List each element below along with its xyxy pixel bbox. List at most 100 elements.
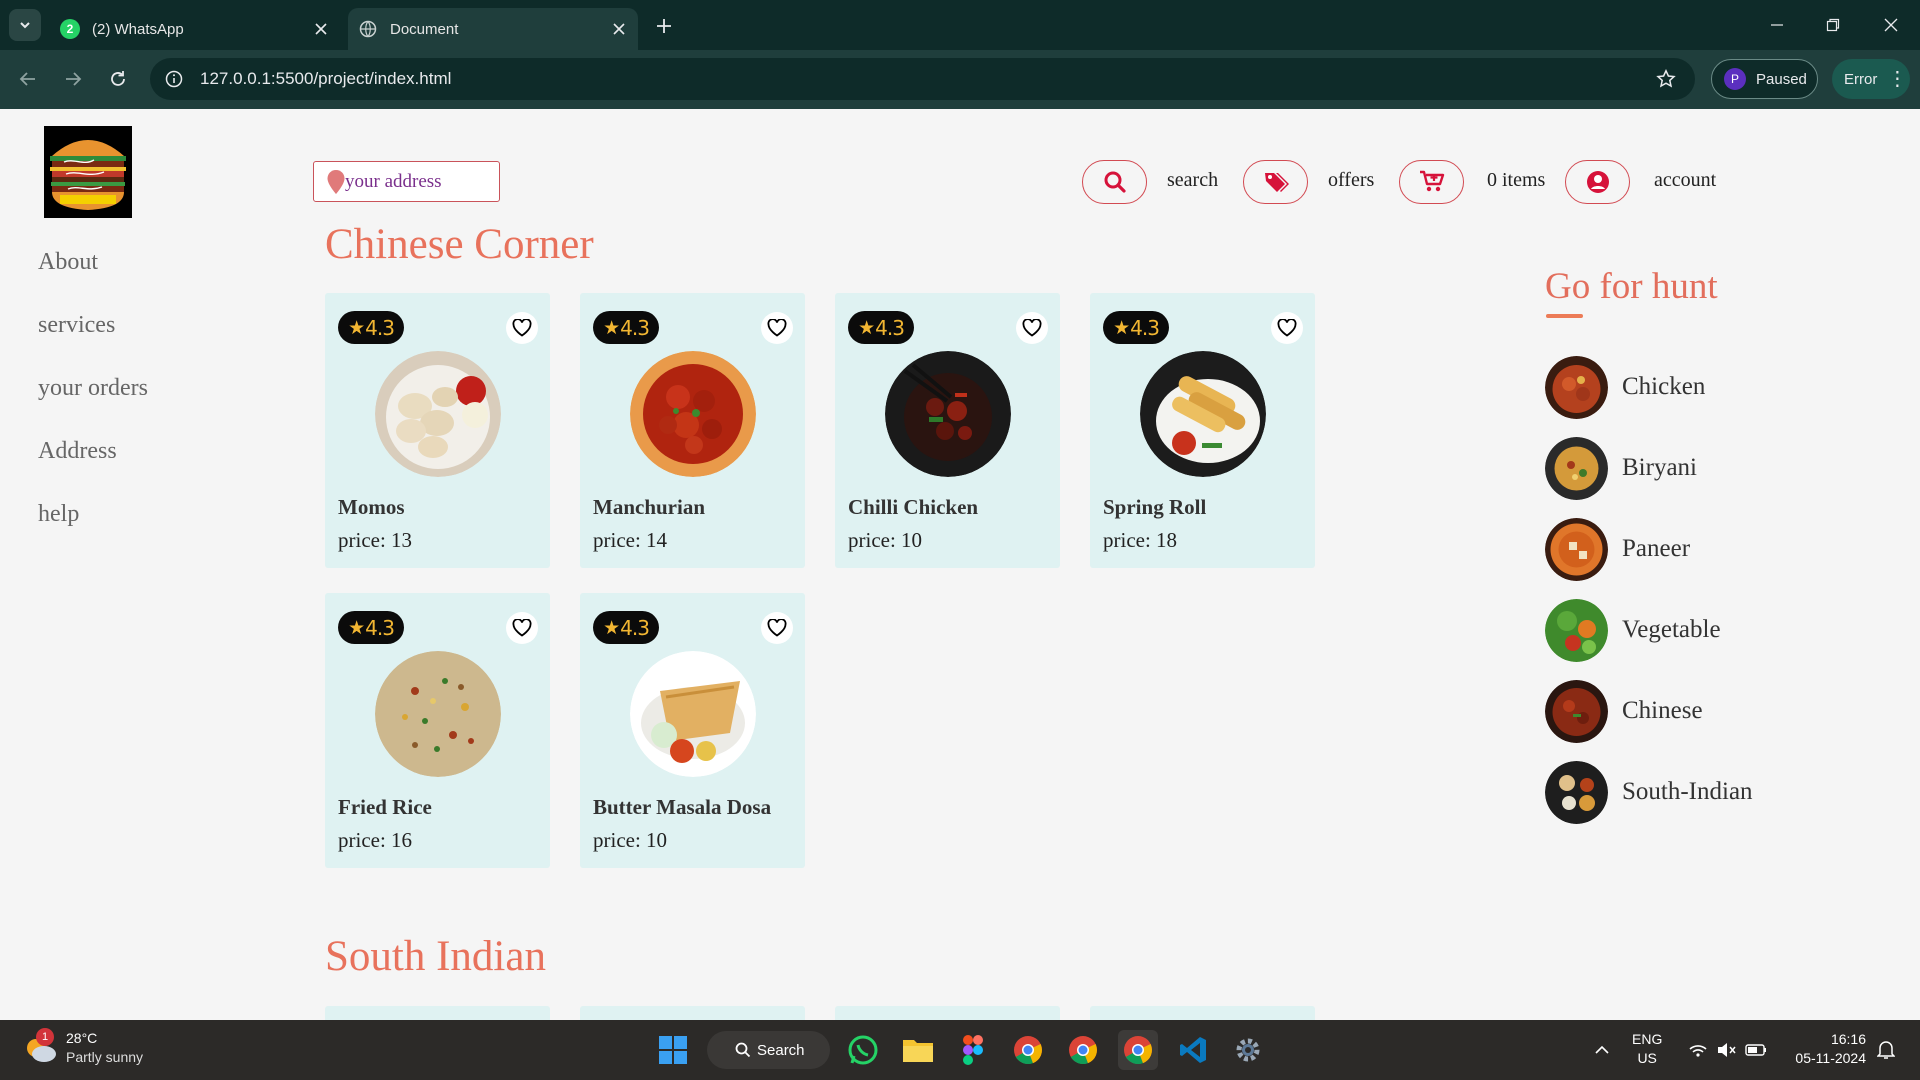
favorite-button[interactable] <box>761 612 793 644</box>
dish-card-manchurian[interactable]: ★ 4.3 Manchurian price: 14 <box>580 293 805 568</box>
dish-card[interactable] <box>1090 1006 1315 1020</box>
search-icon <box>1104 171 1126 193</box>
dish-price: price: 18 <box>1103 528 1178 552</box>
heart-icon <box>512 319 532 337</box>
favorite-button[interactable] <box>1271 312 1303 344</box>
favorite-button[interactable] <box>506 612 538 644</box>
system-tray-icons[interactable] <box>1680 1030 1780 1070</box>
dish-name: Butter Masala Dosa <box>593 795 772 819</box>
rating-value: 4.3 <box>365 315 395 340</box>
cart-count-label[interactable]: 0 items <box>1487 169 1545 192</box>
browser-menu-button[interactable]: Error ⋮ <box>1832 59 1910 99</box>
rating-badge: ★ 4.3 <box>848 311 914 344</box>
account-label[interactable]: account <box>1654 169 1716 192</box>
chrome-active-icon[interactable] <box>1118 1030 1158 1070</box>
dish-price: price: 13 <box>338 528 413 552</box>
nav-help[interactable]: help <box>38 501 148 564</box>
section-title-south-indian: South Indian <box>325 933 546 980</box>
start-button[interactable] <box>653 1030 693 1070</box>
minimize-button[interactable] <box>1757 10 1797 40</box>
offers-label[interactable]: offers <box>1328 169 1374 192</box>
dish-image <box>629 651 756 777</box>
category-image <box>1545 436 1608 500</box>
avatar: P <box>1724 68 1746 90</box>
address-input[interactable] <box>345 170 495 193</box>
category-chinese[interactable]: Chinese <box>1545 679 1703 743</box>
reload-button[interactable] <box>103 64 133 94</box>
rating-value: 4.3 <box>1130 315 1160 340</box>
vscode-icon[interactable] <box>1173 1030 1213 1070</box>
settings-icon[interactable] <box>1228 1030 1268 1070</box>
star-icon: ★ <box>603 316 620 339</box>
category-biryani[interactable]: Biryani <box>1545 436 1697 500</box>
tab-title: Document <box>390 20 459 38</box>
language-indicator[interactable]: ENG US <box>1632 1030 1662 1068</box>
cart-plus-icon <box>1419 170 1444 192</box>
windows-icon <box>659 1036 687 1064</box>
dish-card-spring-roll[interactable]: ★ 4.3 Spring Roll price: 18 <box>1090 293 1315 568</box>
weather-description: Partly sunny <box>66 1049 144 1065</box>
dish-name: Fried Rice <box>338 795 432 819</box>
dish-card[interactable] <box>835 1006 1060 1020</box>
category-label: Chicken <box>1622 373 1706 400</box>
category-south-indian[interactable]: South-Indian <box>1545 760 1753 824</box>
profile-button[interactable]: P Paused <box>1711 59 1818 99</box>
site-info-icon[interactable] <box>162 67 186 91</box>
windows-taskbar: 1 28°C Partly sunny Search ENG US 16:16 … <box>0 1020 1920 1080</box>
tab-whatsapp[interactable]: 2 (2) WhatsApp <box>50 8 340 50</box>
address-field[interactable] <box>313 161 500 202</box>
notifications-button[interactable] <box>1866 1030 1906 1070</box>
whatsapp-app-icon[interactable] <box>843 1030 883 1070</box>
file-explorer-icon[interactable] <box>898 1030 938 1070</box>
nav-address[interactable]: Address <box>38 438 148 501</box>
url-text[interactable]: 127.0.0.1:5500/project/index.html <box>200 69 1651 89</box>
dish-card[interactable] <box>325 1006 550 1020</box>
favorite-button[interactable] <box>506 312 538 344</box>
back-button[interactable] <box>13 64 43 94</box>
address-bar[interactable]: 127.0.0.1:5500/project/index.html <box>150 58 1695 100</box>
search-button[interactable] <box>1082 160 1147 204</box>
close-window-button[interactable] <box>1871 10 1911 40</box>
nav-about[interactable]: About <box>38 249 148 312</box>
page-content: About services your orders Address help … <box>0 109 1920 1020</box>
tab-search-menu-button[interactable] <box>9 9 41 41</box>
restore-icon <box>1826 18 1840 32</box>
offers-button[interactable] <box>1243 160 1308 204</box>
dish-card[interactable] <box>580 1006 805 1020</box>
chevron-up-icon[interactable] <box>1582 1030 1622 1070</box>
category-paneer[interactable]: Paneer <box>1545 517 1690 581</box>
dish-price: price: 14 <box>593 528 668 552</box>
account-button[interactable] <box>1565 160 1630 204</box>
site-logo[interactable] <box>44 126 132 218</box>
chevron-down-icon <box>20 22 30 29</box>
nav-services[interactable]: services <box>38 312 148 375</box>
section-title-chinese: Chinese Corner <box>325 221 594 268</box>
chrome-icon[interactable] <box>1008 1030 1048 1070</box>
restore-button[interactable] <box>1813 10 1853 40</box>
taskbar-search[interactable]: Search <box>707 1031 830 1069</box>
clock[interactable]: 16:16 05-11-2024 <box>1786 1030 1866 1068</box>
dish-card-fried-rice[interactable]: ★ 4.3 Fried Rice price: 16 <box>325 593 550 868</box>
bookmark-star-icon[interactable] <box>1651 64 1681 94</box>
tab-close-button[interactable] <box>606 16 632 42</box>
favorite-button[interactable] <box>1016 312 1048 344</box>
category-label: South-Indian <box>1622 778 1753 805</box>
cart-button[interactable] <box>1399 160 1464 204</box>
favorite-button[interactable] <box>761 312 793 344</box>
category-vegetable[interactable]: Vegetable <box>1545 598 1721 662</box>
figma-icon[interactable] <box>953 1030 993 1070</box>
forward-button[interactable] <box>58 64 88 94</box>
chrome-profile-icon[interactable] <box>1063 1030 1103 1070</box>
location-pin-icon <box>327 169 345 194</box>
new-tab-button[interactable] <box>650 12 678 40</box>
dish-card-momos[interactable]: ★ 4.3 Momos price: 13 <box>325 293 550 568</box>
weather-widget[interactable]: 1 28°C Partly sunny <box>22 1028 144 1067</box>
search-label[interactable]: search <box>1167 169 1218 192</box>
category-chicken[interactable]: Chicken <box>1545 355 1705 419</box>
dish-card-butter-masala-dosa[interactable]: ★ 4.3 Butter Masala Dosa price: 10 <box>580 593 805 868</box>
nav-your-orders[interactable]: your orders <box>38 375 148 438</box>
tab-document[interactable]: Document <box>348 8 638 50</box>
tab-close-button[interactable] <box>308 16 334 42</box>
weather-temperature: 28°C <box>66 1030 98 1046</box>
dish-card-chilli-chicken[interactable]: ★ 4.3 Chilli Chicken price: 10 <box>835 293 1060 568</box>
